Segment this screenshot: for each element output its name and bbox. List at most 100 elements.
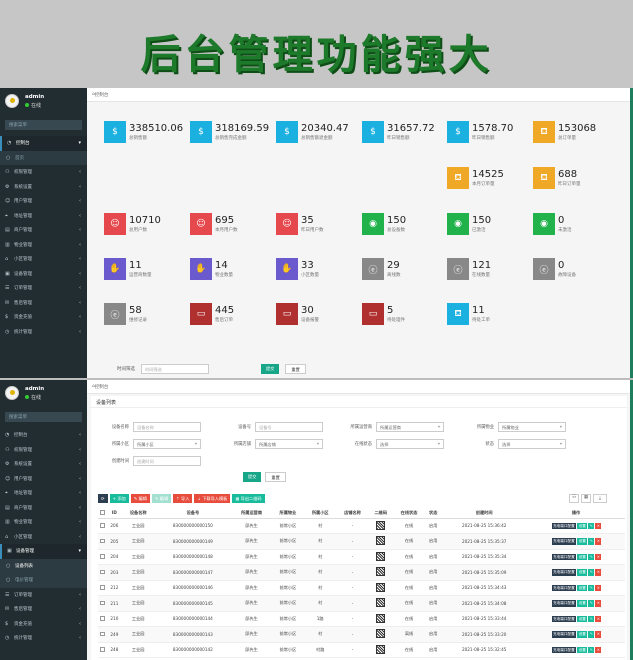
- qrcode-cell[interactable]: [368, 518, 393, 534]
- sidebar-item[interactable]: ▣ 设备管理 ‹: [0, 267, 87, 282]
- avatar[interactable]: [5, 94, 19, 108]
- row-action-button[interactable]: 设置: [577, 553, 588, 560]
- qrcode-image[interactable]: [376, 536, 386, 546]
- row-action-button[interactable]: 设置: [577, 584, 588, 591]
- breadcrumb-label[interactable]: 控制台: [95, 92, 109, 98]
- table-row[interactable]: 205 工业园 830000000000149 邱先生 前常小区村 - 在线 启用 2021-0…: [98, 533, 625, 550]
- row-checkbox[interactable]: [98, 533, 107, 550]
- sidebar-item[interactable]: ◷ 统计管理 ‹: [0, 631, 87, 646]
- sidebar-item[interactable]: ⌖ 地址管理 ‹: [0, 209, 87, 224]
- row-checkbox[interactable]: [98, 595, 107, 612]
- toolbar-button[interactable]: ⇣ 下载导入模板: [194, 494, 231, 503]
- table-row[interactable]: 212 工业园 830000000000146 邱先生 前常小区村 - 在线 启用 2021-0…: [98, 580, 625, 596]
- row-checkbox[interactable]: [98, 549, 107, 565]
- row-action-button[interactable]: ✕: [595, 600, 602, 607]
- row-action-button[interactable]: ✎: [588, 569, 595, 576]
- row-action-button[interactable]: ✕: [595, 569, 602, 576]
- sidebar-item[interactable]: ○ 电价管理: [0, 573, 87, 588]
- row-action-button[interactable]: 充电端口配置: [551, 615, 577, 622]
- row-action-button[interactable]: ✎: [588, 584, 595, 591]
- column-header[interactable]: 操作: [527, 508, 625, 519]
- filter-select[interactable]: 所属店铺: [255, 439, 323, 449]
- row-action-button[interactable]: 充电端口配置: [551, 584, 577, 591]
- row-action-button[interactable]: ✕: [595, 615, 602, 622]
- qrcode-cell[interactable]: [368, 611, 393, 627]
- table-row[interactable]: 203 工业园 830000000000147 邱先生 前常小区村 - 在线 启用 2021-0…: [98, 564, 625, 581]
- sidebar-item[interactable]: ⌖ 地址管理 ‹: [0, 486, 87, 501]
- sidebar-item[interactable]: ◔ 控制台 ▾: [0, 136, 87, 151]
- sidebar-item[interactable]: ▥ 物业管理 ‹: [0, 238, 87, 253]
- qrcode-cell[interactable]: [368, 580, 393, 596]
- submit-button[interactable]: 提交: [261, 364, 280, 374]
- column-header[interactable]: 设备号: [154, 508, 232, 519]
- table-row[interactable]: 204 工业园 830000000000148 邱先生 前常小区村 - 在线 启用 2021-0…: [98, 549, 625, 565]
- row-action-button[interactable]: 设置: [577, 646, 588, 653]
- select-all-checkbox[interactable]: [98, 508, 107, 519]
- qrcode-image[interactable]: [376, 520, 386, 530]
- row-action-button[interactable]: 充电端口配置: [551, 646, 577, 653]
- sidebar-item[interactable]: ⚙ 系统设置 ‹: [0, 180, 87, 195]
- filter-input[interactable]: 设备名称: [133, 422, 201, 432]
- sidebar-item[interactable]: ✉ 售后管理 ‹: [0, 296, 87, 311]
- sidebar-item[interactable]: ☰ 订单管理 ‹: [0, 588, 87, 603]
- row-action-button[interactable]: 设置: [577, 631, 588, 638]
- toolbar-button[interactable]: ✎ 编辑: [151, 494, 172, 503]
- sidebar-item[interactable]: ⌂ 小区管理 ‹: [0, 252, 87, 267]
- sidebar-item[interactable]: $ 资金充值 ‹: [0, 310, 87, 325]
- sidebar-item[interactable]: ☺ 用户管理 ‹: [0, 472, 87, 487]
- sidebar-item[interactable]: ⚇ 权限管理 ‹: [0, 165, 87, 180]
- sidebar-item[interactable]: ☺ 用户管理 ‹: [0, 194, 87, 209]
- row-action-button[interactable]: ✕: [595, 631, 602, 638]
- row-checkbox[interactable]: [98, 642, 107, 658]
- row-action-button[interactable]: 充电端口配置: [551, 522, 577, 529]
- view-toggle-icon[interactable]: ☷: [569, 494, 579, 503]
- column-header[interactable]: 所属运营商: [231, 508, 272, 519]
- row-checkbox[interactable]: [98, 611, 107, 627]
- qrcode-cell[interactable]: [368, 533, 393, 550]
- sidebar-item[interactable]: ⌂ 小区管理 ‹: [0, 530, 87, 545]
- export-icon[interactable]: ⤓: [593, 494, 607, 503]
- column-header[interactable]: 设备名称: [122, 508, 155, 519]
- table-row[interactable]: 211 工业园 830000000000145 邱先生 前常小区村 - 在线 启用 2021-0…: [98, 595, 625, 612]
- qrcode-image[interactable]: [376, 613, 386, 623]
- toolbar-button[interactable]: ▦ 导出二维码: [232, 494, 265, 503]
- qrcode-image[interactable]: [376, 629, 386, 639]
- row-action-button[interactable]: 充电端口配置: [551, 538, 577, 545]
- qrcode-cell[interactable]: [368, 595, 393, 612]
- column-header[interactable]: 所属小区: [304, 508, 337, 519]
- row-action-button[interactable]: ✎: [588, 631, 595, 638]
- filter-select[interactable]: 所属运营商: [376, 422, 444, 432]
- qrcode-image[interactable]: [376, 551, 386, 561]
- column-header[interactable]: 创建时间: [441, 508, 528, 519]
- row-checkbox[interactable]: [98, 518, 107, 534]
- qrcode-cell[interactable]: [368, 642, 393, 658]
- sidebar-item[interactable]: ▤ 商户管理 ‹: [0, 501, 87, 516]
- sidebar-item[interactable]: ⚇ 权限管理 ‹: [0, 443, 87, 458]
- qrcode-cell[interactable]: [368, 549, 393, 565]
- row-action-button[interactable]: 设置: [577, 600, 588, 607]
- filter-input[interactable]: 创建时间: [133, 456, 201, 466]
- row-action-button[interactable]: 充电端口配置: [551, 553, 577, 560]
- qrcode-image[interactable]: [376, 598, 386, 608]
- sidebar-item[interactable]: ○ 首页: [0, 150, 87, 165]
- sidebar-search-input[interactable]: 搜索菜单: [5, 412, 82, 422]
- column-header[interactable]: 在线状态: [392, 508, 426, 519]
- qrcode-image[interactable]: [376, 582, 386, 592]
- sidebar-item[interactable]: ▣ 设备管理 ▾: [0, 544, 87, 559]
- row-action-button[interactable]: ✎: [588, 553, 595, 560]
- submit-button[interactable]: 提交: [243, 472, 262, 482]
- sidebar-item[interactable]: ◔ 控制台 ‹: [0, 428, 87, 443]
- toolbar-button[interactable]: ✎ 编辑: [130, 494, 150, 503]
- qrcode-image[interactable]: [376, 567, 386, 577]
- table-row[interactable]: 206 工业园 830000000000150 邱先生 前常小区村 - 在线 启用 2021-0…: [98, 518, 625, 534]
- column-header[interactable]: 所属物业: [271, 508, 305, 519]
- toolbar-button[interactable]: ⇡ 导入: [173, 494, 193, 503]
- column-header[interactable]: 状态: [425, 508, 442, 519]
- qrcode-image[interactable]: [376, 644, 386, 654]
- qrcode-cell[interactable]: [368, 626, 393, 643]
- row-action-button[interactable]: ✎: [588, 522, 595, 529]
- sidebar-item[interactable]: ○ 设备列表: [0, 558, 87, 573]
- column-header[interactable]: 店铺名称: [336, 508, 369, 519]
- table-row[interactable]: 248 工业园 830000000000142 邱先生 前常小区 村路 - 在线 启用 2021-…: [98, 642, 625, 658]
- filter-select[interactable]: 选择: [498, 439, 566, 449]
